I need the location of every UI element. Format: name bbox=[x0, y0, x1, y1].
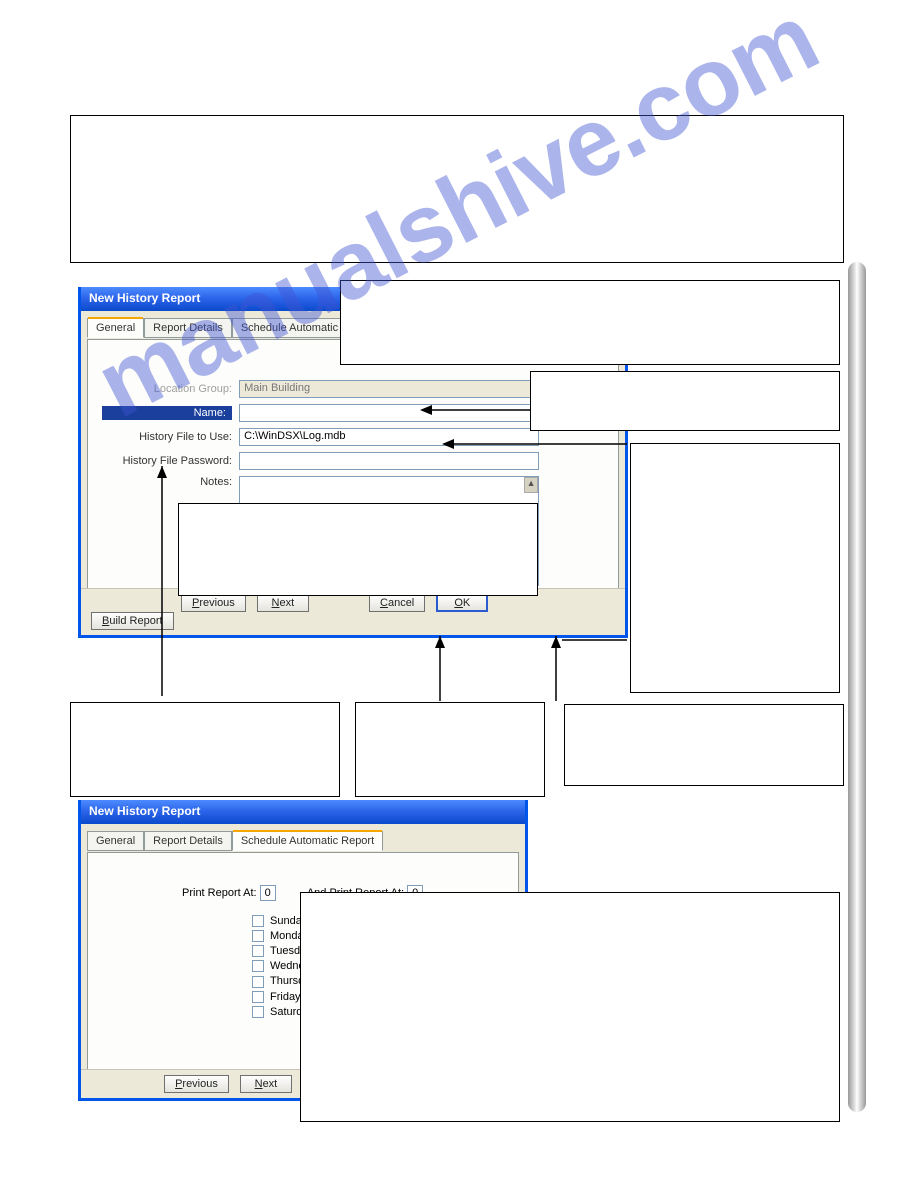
callout-box bbox=[630, 443, 840, 693]
ok-button[interactable]: OK bbox=[436, 594, 488, 612]
tuesday-checkbox[interactable] bbox=[252, 945, 264, 957]
previous-button[interactable]: Previous bbox=[164, 1075, 229, 1093]
callout-box bbox=[564, 704, 844, 786]
location-group-field: Main Building bbox=[239, 380, 539, 398]
previous-button[interactable]: Previous bbox=[181, 594, 246, 612]
history-file-label: History File to Use: bbox=[102, 431, 232, 443]
history-password-input[interactable] bbox=[239, 452, 539, 470]
friday-label: Friday bbox=[270, 991, 301, 1003]
name-label: Name: bbox=[102, 406, 232, 420]
wednesday-checkbox[interactable] bbox=[252, 960, 264, 972]
location-group-label: Location Group: bbox=[102, 383, 232, 395]
print-report-at-label: Print Report At: bbox=[182, 887, 257, 899]
callout-box bbox=[70, 115, 844, 263]
history-file-input[interactable]: C:\WinDSX\Log.mdb bbox=[239, 428, 539, 446]
thursday-checkbox[interactable] bbox=[252, 976, 264, 988]
callout-box bbox=[300, 892, 840, 1122]
name-input[interactable] bbox=[239, 404, 539, 422]
callout-box bbox=[355, 702, 545, 797]
friday-checkbox[interactable] bbox=[252, 991, 264, 1003]
monday-checkbox[interactable] bbox=[252, 930, 264, 942]
saturday-checkbox[interactable] bbox=[252, 1006, 264, 1018]
callout-box bbox=[340, 280, 840, 365]
tab-report-details[interactable]: Report Details bbox=[144, 318, 232, 338]
tab-schedule-automatic-report[interactable]: Schedule Automatic Report bbox=[232, 831, 383, 851]
next-button[interactable]: Next bbox=[240, 1075, 292, 1093]
sunday-checkbox[interactable] bbox=[252, 915, 264, 927]
dialog-title: New History Report bbox=[81, 800, 525, 824]
next-button[interactable]: Next bbox=[257, 594, 309, 612]
tab-general[interactable]: General bbox=[87, 318, 144, 338]
build-report-button[interactable]: Build Report bbox=[91, 612, 174, 630]
tab-report-details[interactable]: Report Details bbox=[144, 831, 232, 851]
history-password-label: History File Password: bbox=[102, 455, 232, 467]
page-scrollbar[interactable] bbox=[848, 262, 866, 1112]
print-report-at-input[interactable]: 0 bbox=[260, 885, 276, 901]
arrow-icon bbox=[546, 636, 566, 706]
notes-scroll-up-icon[interactable]: ▲ bbox=[524, 477, 538, 493]
tab-bar: GeneralReport DetailsSchedule Automatic … bbox=[87, 830, 519, 852]
tab-general[interactable]: General bbox=[87, 831, 144, 851]
callout-box bbox=[178, 503, 538, 596]
callout-box bbox=[70, 702, 340, 797]
arrow-icon bbox=[430, 636, 450, 706]
callout-box bbox=[530, 371, 840, 431]
cancel-button[interactable]: Cancel bbox=[369, 594, 425, 612]
notes-label: Notes: bbox=[102, 476, 232, 488]
